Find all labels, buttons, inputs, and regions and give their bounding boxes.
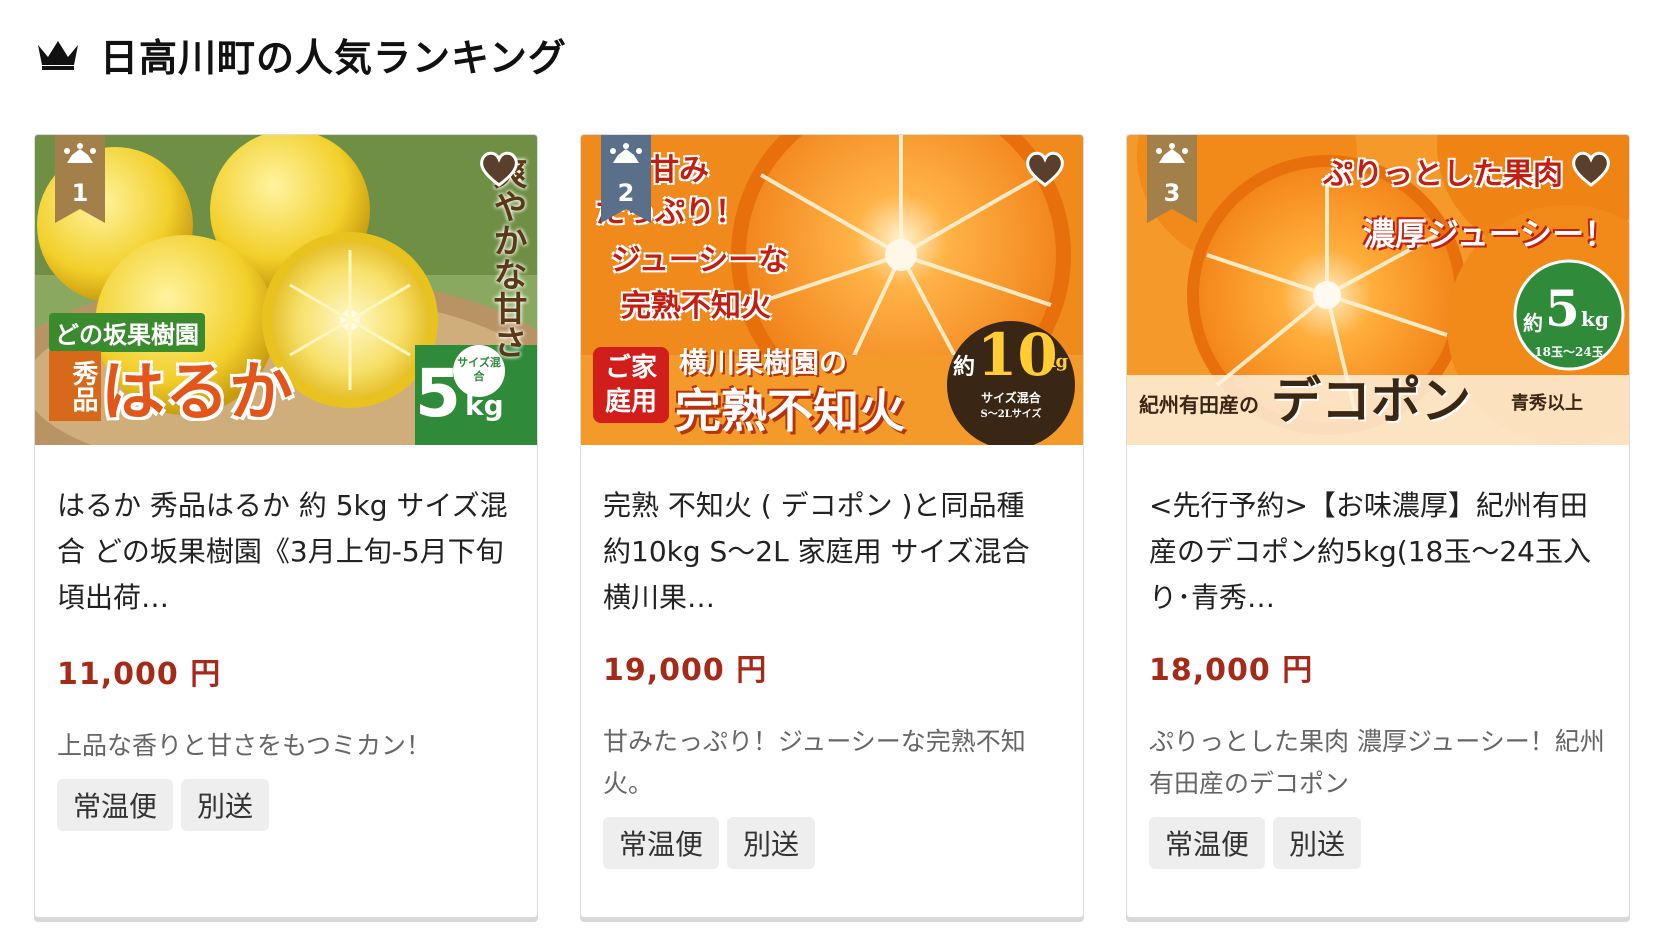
image-weight-unit: kg xyxy=(1043,351,1069,372)
image-size-range: S～2Lサイズ xyxy=(980,409,1042,420)
rank-badge xyxy=(55,135,105,223)
product-title[interactable]: はるか 秀品はるか 約 5kg サイズ混合 どの坂果樹園《3月上旬-5月下旬頃出… xyxy=(57,483,515,621)
image-grade: 秀品 xyxy=(49,351,101,421)
card-body: <先行予約>【お味濃厚】紀州有田産のデコポン約5kg(18玉～24玉入り･青秀…… xyxy=(1127,445,1629,869)
tag-separate-shipping: 別送 xyxy=(181,779,270,831)
product-price: 19,000 円 xyxy=(603,653,768,688)
product-description: 甘みたっぷり！ジューシーな完熟不知火。 xyxy=(603,727,1026,798)
image-weight-prefix: 約 xyxy=(953,354,976,380)
card-body: 完熟 不知火 ( デコポン )と同品種 約10kg S～2L 家庭用 サイズ混合… xyxy=(581,445,1083,869)
image-weight-prefix: 約 xyxy=(1523,311,1543,335)
tag-list: 常温便 別送 xyxy=(1149,817,1607,869)
tag-shipping-temperature: 常温便 xyxy=(1149,817,1266,869)
product-image[interactable]: 甘み たっぷり！ ジューシーな 完熟不知火 ご家庭用 横川果樹園の 完熟不知火 … xyxy=(581,135,1083,445)
image-product-name: デコポン xyxy=(1271,371,1471,430)
tag-separate-shipping: 別送 xyxy=(727,817,816,869)
tag-list: 常温便 別送 xyxy=(603,817,1061,869)
product-title[interactable]: 完熟 不知火 ( デコポン )と同品種 約10kg S～2L 家庭用 サイズ混合… xyxy=(603,483,1061,621)
rank-badge xyxy=(1147,135,1197,223)
favorite-heart-icon[interactable] xyxy=(477,147,521,191)
card-body: はるか 秀品はるか 約 5kg サイズ混合 どの坂果樹園《3月上旬-5月下旬頃出… xyxy=(35,445,537,831)
tag-separate-shipping: 別送 xyxy=(1273,817,1362,869)
image-badge: ご家庭用 xyxy=(593,347,669,423)
section-heading: 日高川町の人気ランキング xyxy=(36,26,567,82)
product-description: ぷりっとした果肉 濃厚ジューシー！紀州有田産のデコポン xyxy=(1149,727,1605,798)
product-price: 18,000 円 xyxy=(1149,653,1314,688)
product-card[interactable]: 爽やかな甘さ どの坂果樹園 秀品 はるか 5 kg サイズ混合 1 はるか 秀品… xyxy=(34,134,538,918)
image-catch: ぷりっとした果肉 xyxy=(1323,157,1563,192)
product-card[interactable]: ぷりっとした果肉 濃厚ジューシー！ 約 5 kg 18玉～24玉 紀州有田産の … xyxy=(1126,134,1630,918)
product-image[interactable]: 爽やかな甘さ どの坂果樹園 秀品 はるか 5 kg サイズ混合 1 xyxy=(35,135,537,445)
image-catch: ジューシーな xyxy=(611,243,789,278)
image-catch: 濃厚ジューシー！ xyxy=(1363,215,1617,253)
product-description: 上品な香りと甘さをもつミカン！ xyxy=(57,731,432,760)
image-catch: 完熟不知火 xyxy=(621,289,771,324)
favorite-heart-icon[interactable] xyxy=(1023,147,1067,191)
crown-icon xyxy=(38,41,78,70)
image-catch: 甘み xyxy=(649,153,709,188)
image-count: 18玉～24玉 xyxy=(1534,345,1604,359)
image-weight-unit: kg xyxy=(1581,307,1609,331)
image-size-note: サイズ混合 xyxy=(453,345,505,397)
image-origin: 紀州有田産の xyxy=(1139,393,1259,417)
product-image[interactable]: ぷりっとした果肉 濃厚ジューシー！ 約 5 kg 18玉～24玉 紀州有田産の … xyxy=(1127,135,1629,445)
image-grade: 青秀以上 xyxy=(1511,393,1583,414)
image-weight: 5 xyxy=(1545,279,1580,338)
favorite-heart-icon[interactable] xyxy=(1569,147,1613,191)
rank-badge xyxy=(601,135,651,223)
section-title: 日高川町の人気ランキング xyxy=(100,35,567,80)
tag-shipping-temperature: 常温便 xyxy=(57,779,174,831)
tag-shipping-temperature: 常温便 xyxy=(603,817,720,869)
image-product-name: はるか xyxy=(101,355,293,430)
ranking-page: 日高川町の人気ランキング 爽やかな甘さ どの坂果樹園 秀品 はるか 5 kg サ… xyxy=(0,0,1666,938)
product-title[interactable]: <先行予約>【お味濃厚】紀州有田産のデコポン約5kg(18玉～24玉入り･青秀… xyxy=(1149,483,1607,621)
product-card[interactable]: 甘み たっぷり！ ジューシーな 完熟不知火 ご家庭用 横川果樹園の 完熟不知火 … xyxy=(580,134,1084,918)
tag-list: 常温便 別送 xyxy=(57,779,515,831)
image-product-name: 完熟不知火 xyxy=(675,384,905,438)
product-price: 11,000 円 xyxy=(57,657,222,692)
image-size-note: サイズ混合 xyxy=(981,391,1041,405)
